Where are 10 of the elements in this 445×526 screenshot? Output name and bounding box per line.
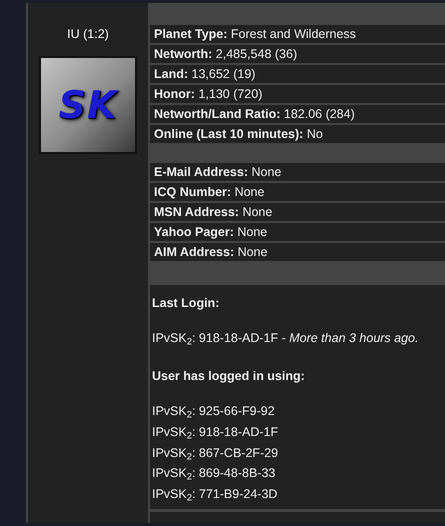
login-entry: IPvSK$_{2}$: 867-CB-2F-29 <box>152 446 278 460</box>
logo: SK <box>39 56 137 154</box>
last-login-entry: IPvSK$_{2}$: 918-18-AD-1F - More than 3 hours ago. <box>152 330 418 345</box>
login-entry: IPvSK$_{2}$: 771-B9-24-3D <box>152 486 278 501</box>
player-name: IU (1:2) <box>67 27 109 41</box>
section-heading: User has logged in using: <box>152 368 305 386</box>
login-entry: IPvSK$_{2}$: 918-18-AD-1F <box>152 424 278 439</box>
section-heading: Last Login: <box>152 295 220 312</box>
login-entry: IPvSK$_{2}$: 869-48-8B-33 <box>152 466 276 480</box>
login-entry: IPvSK$_{2}$: 925-66-F9-92 <box>152 404 275 418</box>
